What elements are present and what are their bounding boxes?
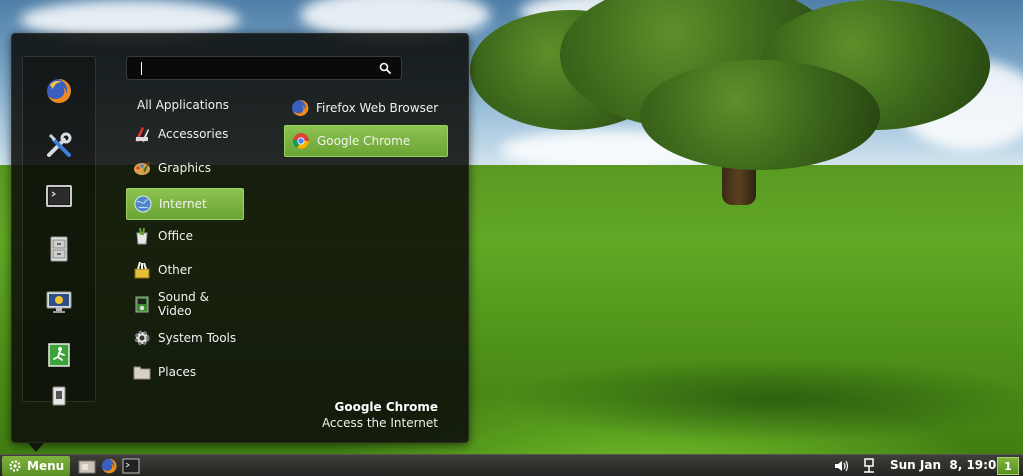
category-internet[interactable]: Internet (126, 188, 244, 220)
folder-icon (133, 366, 151, 380)
gear-icon (134, 330, 150, 346)
category-label: Internet (159, 197, 207, 211)
description-title: Google Chrome (334, 400, 438, 414)
app-label: Firefox Web Browser (316, 101, 439, 115)
category-system-tools[interactable]: System Tools (126, 322, 244, 354)
category-label: Places (158, 365, 197, 379)
volume-indicator[interactable] (833, 457, 849, 475)
accessories-icon (135, 127, 149, 142)
chrome-icon (292, 133, 309, 149)
category-label: Other (158, 263, 193, 277)
monitor-lock-icon (46, 291, 72, 313)
menu-pointer (28, 443, 44, 452)
category-accessories[interactable]: Accessories (126, 118, 244, 150)
terminal-icon (122, 458, 140, 474)
gear-icon (9, 460, 21, 472)
category-other[interactable]: Other (126, 254, 244, 286)
search-input[interactable] (133, 60, 363, 76)
category-label: Accessories (158, 127, 229, 141)
graphics-icon (134, 161, 150, 175)
favorite-firefox[interactable] (44, 76, 74, 106)
category-graphics[interactable]: Graphics (126, 152, 244, 184)
category-places[interactable]: Places (126, 356, 244, 388)
app-label: Google Chrome (317, 134, 411, 148)
text-caret (141, 62, 142, 75)
other-icon (134, 261, 150, 279)
search-field[interactable] (126, 56, 402, 80)
clock[interactable]: Sun Jan 8, 19:05 (890, 458, 1005, 472)
launcher-file-manager[interactable] (78, 457, 96, 475)
file-cabinet-icon (50, 236, 68, 262)
workspace-switcher[interactable]: 1 (997, 457, 1019, 475)
favorite-lock-screen[interactable] (44, 287, 74, 317)
exit-door-icon (48, 343, 70, 367)
globe-icon (134, 195, 152, 213)
favorite-logout[interactable] (44, 340, 74, 370)
firefox-icon (47, 79, 71, 103)
category-label: Office (158, 229, 194, 243)
category-all-applications[interactable]: All Applications (137, 89, 237, 121)
network-indicator[interactable] (862, 457, 876, 475)
taskbar: Menu Sun Jan 8, 19:05 1 (0, 454, 1023, 476)
launcher-terminal[interactable] (122, 457, 140, 475)
category-office[interactable]: Office (126, 220, 244, 252)
firefox-icon (292, 99, 309, 116)
favorites-sidebar (22, 56, 96, 406)
menu-button[interactable]: Menu (2, 456, 70, 476)
speaker-icon (835, 460, 849, 472)
terminal-icon (46, 185, 72, 207)
firefox-icon (101, 458, 117, 474)
network-wired-icon (864, 458, 874, 473)
favorite-quit[interactable] (44, 381, 74, 411)
folder-icon (78, 460, 96, 474)
menu-button-label: Menu (27, 459, 65, 473)
category-label: Sound & Video (158, 290, 209, 318)
description-subtitle: Access the Internet (321, 416, 438, 430)
app-google-chrome[interactable]: Google Chrome (284, 125, 448, 157)
favorite-file-manager[interactable] (44, 234, 74, 264)
category-label: System Tools (158, 331, 237, 345)
favorite-terminal[interactable] (44, 181, 74, 211)
search-icon (379, 62, 391, 74)
office-icon (136, 227, 148, 245)
app-firefox[interactable]: Firefox Web Browser (284, 92, 448, 124)
tools-icon (47, 132, 72, 157)
application-menu: All Applications Accessories Graphics In… (11, 33, 469, 443)
favorite-system-settings[interactable] (44, 130, 74, 160)
category-label: All Applications (137, 98, 229, 112)
launcher-firefox[interactable] (100, 457, 118, 475)
app-description: Google Chrome Access the Internet (322, 400, 438, 430)
power-icon (52, 386, 66, 406)
sound-video-icon (135, 296, 149, 313)
category-sound-video[interactable]: Sound & Video (126, 288, 244, 320)
category-label: Graphics (158, 161, 211, 175)
